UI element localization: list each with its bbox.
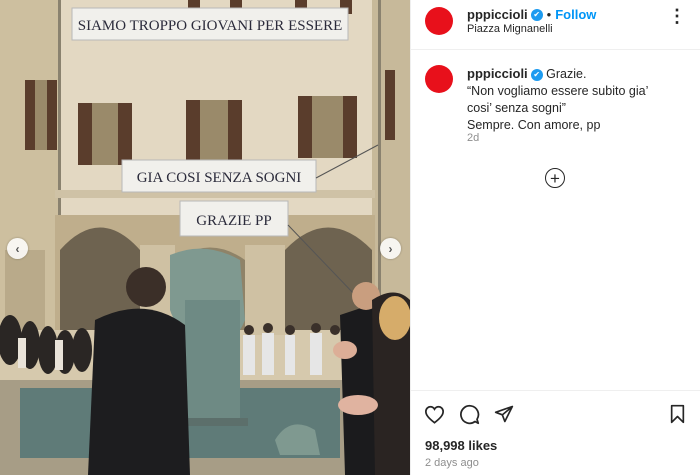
post-actions-bar: 98,998 likes 2 days ago: [411, 390, 700, 475]
photo-scene: SIAMO TROPPO GIOVANI PER ESSERE GIA COSI…: [0, 0, 410, 475]
more-options-icon[interactable]: ⋮: [668, 7, 687, 25]
bookmark-icon[interactable]: [666, 403, 688, 425]
previous-photo-button[interactable]: ‹: [7, 238, 28, 259]
next-photo-button[interactable]: ›: [380, 238, 401, 259]
profile-avatar[interactable]: [425, 7, 453, 35]
post-header: pppiccioli ✔ • Follow Piazza Mignanelli ⋮: [411, 0, 700, 50]
caption-line-4: Sempre. Con amore, pp: [467, 118, 601, 132]
paper-plane-icon[interactable]: [493, 403, 515, 425]
caption-verified-badge-icon: ✔: [530, 68, 543, 81]
verified-badge-icon: ✔: [530, 8, 543, 21]
heart-icon[interactable]: [423, 403, 445, 425]
comment-bubble-icon[interactable]: [458, 403, 480, 425]
caption-timestamp[interactable]: 2d: [467, 132, 479, 144]
separator-dot: •: [546, 7, 552, 22]
banner-middle: GIA COSI SENZA SOGNI: [137, 170, 302, 186]
caption-avatar[interactable]: [425, 65, 453, 93]
load-comments-plus-icon[interactable]: +: [545, 168, 565, 188]
likes-count[interactable]: 98,998 likes: [425, 438, 497, 453]
post-caption: pppiccioli ✔ Grazie. “Non vogliamo essere…: [467, 65, 687, 134]
post-photo[interactable]: SIAMO TROPPO GIOVANI PER ESSERE GIA COSI…: [0, 0, 410, 475]
banner-top: SIAMO TROPPO GIOVANI PER ESSERE: [78, 18, 343, 34]
banner-bottom: GRAZIE PP: [196, 213, 271, 229]
location-link[interactable]: Piazza Mignanelli: [467, 23, 553, 35]
follow-button[interactable]: Follow: [555, 7, 596, 22]
post-timestamp[interactable]: 2 days ago: [425, 457, 479, 469]
header-user-line: pppiccioli ✔ • Follow: [467, 6, 596, 24]
caption-line-1: Grazie.: [546, 67, 587, 81]
caption-line-3: cosi’ senza sogni”: [467, 101, 566, 115]
header-username[interactable]: pppiccioli: [467, 7, 528, 22]
post-details-panel: pppiccioli ✔ • Follow Piazza Mignanelli ⋮ p…: [410, 0, 700, 475]
caption-line-2: “Non vogliamo essere subito gia’: [467, 84, 649, 98]
caption-username[interactable]: pppiccioli: [467, 66, 528, 81]
